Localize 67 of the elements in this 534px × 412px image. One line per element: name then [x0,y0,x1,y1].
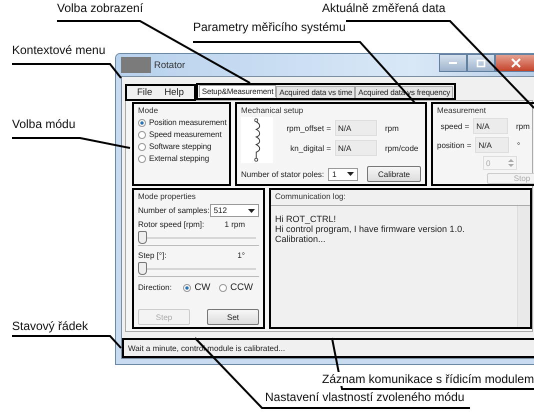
slider-thumb[interactable] [138,262,147,275]
unit-label: rpm [384,124,400,132]
close-icon [511,58,521,68]
radio-label: Position measurement [149,118,227,127]
slider-reading: 1 rpm [224,220,245,229]
field-label: kn_digital = [289,144,331,152]
radio-button[interactable] [138,118,146,126]
log-line: Calibration... [275,234,327,244]
spinner-arrows-icon [507,157,515,169]
group-title: Mechanical setup [241,106,304,115]
radio-label: External stepping [149,154,210,163]
poles-dropdown[interactable]: 1 [328,168,358,180]
radio-button[interactable] [138,130,146,138]
field-label: Direction: [138,283,173,292]
radio-button[interactable] [138,154,146,162]
slider-thumb[interactable] [138,231,147,244]
group-title: Measurement [437,106,487,115]
radio-label: Software stepping [149,142,212,151]
log-line: Hi ROT_CTRL! [275,214,338,224]
annotation-label: Nastavení vlastností zvoleného módu [265,390,464,404]
slider-label: Rotor speed [rpm]: [138,220,204,229]
radio-button[interactable] [138,142,146,150]
value-field: N/A [475,137,510,153]
annotation-label: Kontextové menu [12,43,106,57]
field-label: Number of stator poles: [241,170,324,178]
minimize-button[interactable] [439,54,467,72]
unit-label: rpm [514,122,531,130]
annotation-label: Stavový řádek [12,319,88,333]
scrollbar[interactable] [517,206,530,327]
group-title: Communication log: [271,190,530,206]
minimize-icon [448,61,458,65]
window-title: Rotator [154,60,186,70]
calibrate-button[interactable]: Calibrate [366,166,421,182]
menu-item[interactable]: File [137,87,152,98]
close-button[interactable] [495,54,534,72]
value-field: N/A [335,140,377,156]
radio-label: CCW [230,282,253,293]
annotation-label: Aktuálně změřená data [322,1,446,15]
radio-button[interactable] [219,284,228,292]
maximize-icon [476,58,486,68]
field-label: Number of samples: [138,206,210,215]
field-label: speed = [440,122,470,130]
samples-dropdown[interactable]: 512 [210,204,259,217]
slider-reading: 1° [237,251,245,260]
annotation-label: Záznam komunikace s řídicím modulem [322,372,534,386]
unit-label: ° [516,140,522,150]
field-label: rpm_offset = [285,124,331,132]
value-field: N/A [335,120,377,136]
radio-button[interactable] [183,284,192,292]
slider-label: Step [°]: [138,251,167,260]
annotation-label: Parametry měřicího systému [193,20,346,34]
dropdown-arrow-icon [347,172,354,176]
dropdown-arrow-icon [248,208,255,212]
action-button[interactable]: Set [207,309,259,325]
group-title: Mode [138,106,160,115]
group-title: Mode properties [138,192,197,201]
value-field: N/A [473,118,508,134]
log-line: Hi control program, I have firmware version 1.0. [275,224,466,234]
unit-label: rpm/code [384,144,420,152]
radio-label: Speed measurement [149,130,222,139]
radio-label: CW [194,282,210,293]
annotation-label: Volba zobrazení [57,1,144,15]
app-icon [121,57,151,73]
field-label: position = [437,140,472,150]
menu-item[interactable]: Help [164,87,184,98]
annotation-label: Volba módu [12,117,76,131]
maximize-button[interactable] [467,54,495,72]
